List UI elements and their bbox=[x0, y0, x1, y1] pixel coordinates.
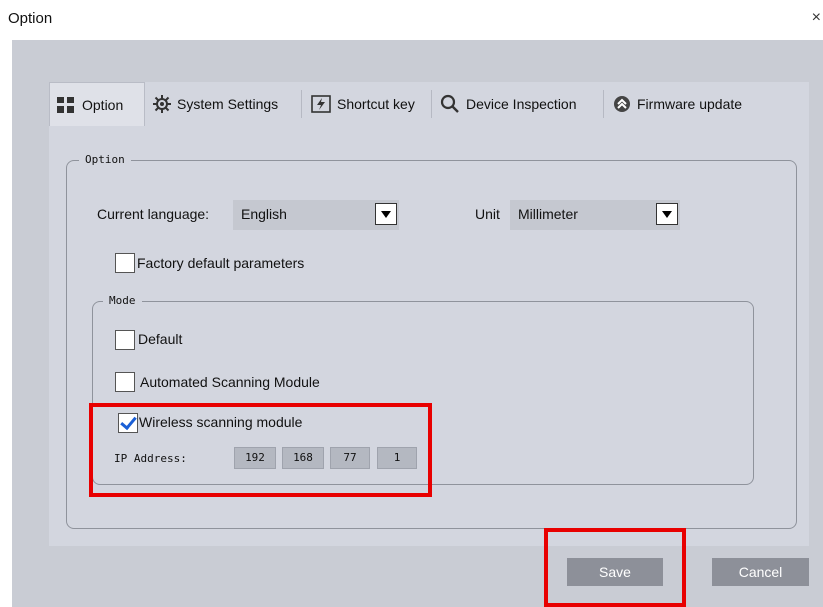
firmware-icon bbox=[613, 95, 631, 113]
automated-scanning-checkbox[interactable] bbox=[115, 372, 135, 392]
default-mode-checkbox[interactable] bbox=[115, 330, 135, 350]
grid-icon bbox=[56, 96, 76, 114]
unit-select[interactable]: Millimeter bbox=[510, 200, 680, 230]
factory-default-label[interactable]: Factory default parameters bbox=[137, 255, 304, 271]
tab-label: Option bbox=[82, 96, 124, 113]
tab-divider bbox=[603, 90, 604, 118]
mode-group bbox=[92, 301, 754, 485]
unit-label: Unit bbox=[475, 206, 500, 222]
wireless-scanning-label[interactable]: Wireless scanning module bbox=[139, 414, 302, 430]
tab-firmware-update[interactable]: Firmware update bbox=[607, 82, 748, 126]
tab-label: Firmware update bbox=[637, 96, 743, 112]
language-select[interactable]: English bbox=[233, 200, 399, 230]
search-icon bbox=[440, 94, 460, 114]
cancel-button[interactable]: Cancel bbox=[712, 558, 809, 586]
automated-scanning-label[interactable]: Automated Scanning Module bbox=[140, 374, 320, 390]
language-value: English bbox=[241, 206, 287, 222]
lightning-icon bbox=[311, 95, 331, 113]
wireless-scanning-checkbox[interactable] bbox=[118, 413, 138, 433]
tab-device-inspection[interactable]: Device Inspection bbox=[434, 82, 583, 126]
tab-label: Device Inspection bbox=[466, 96, 577, 112]
ip-address-label: IP Address: bbox=[114, 452, 187, 465]
ip-octet-1-input[interactable]: 192 bbox=[234, 447, 276, 469]
ip-octet-3-input[interactable]: 77 bbox=[330, 447, 370, 469]
tab-shortcut-key[interactable]: Shortcut key bbox=[305, 82, 421, 126]
close-icon[interactable]: × bbox=[812, 9, 821, 27]
chevron-down-icon[interactable] bbox=[375, 203, 397, 225]
tab-label: Shortcut key bbox=[337, 96, 415, 112]
tab-divider bbox=[301, 90, 302, 118]
option-group-legend: Option bbox=[79, 153, 131, 166]
title-bar: Option × bbox=[0, 0, 823, 40]
unit-value: Millimeter bbox=[518, 206, 578, 222]
tab-divider bbox=[431, 90, 432, 118]
chevron-down-icon[interactable] bbox=[656, 203, 678, 225]
ip-octet-4-input[interactable]: 1 bbox=[377, 447, 417, 469]
mode-group-legend: Mode bbox=[103, 294, 142, 307]
tab-label: System Settings bbox=[177, 96, 279, 112]
window-title: Option bbox=[8, 10, 53, 27]
ip-octet-2-input[interactable]: 168 bbox=[282, 447, 324, 469]
gear-icon bbox=[153, 95, 171, 113]
default-mode-label[interactable]: Default bbox=[138, 331, 182, 347]
tab-option[interactable]: Option bbox=[49, 82, 145, 126]
save-button[interactable]: Save bbox=[567, 558, 663, 586]
language-label: Current language: bbox=[97, 206, 210, 222]
factory-default-checkbox[interactable] bbox=[115, 253, 135, 273]
tab-bar: Option System Settings Shortcut key Devi… bbox=[49, 82, 773, 126]
tab-system-settings[interactable]: System Settings bbox=[147, 82, 284, 126]
